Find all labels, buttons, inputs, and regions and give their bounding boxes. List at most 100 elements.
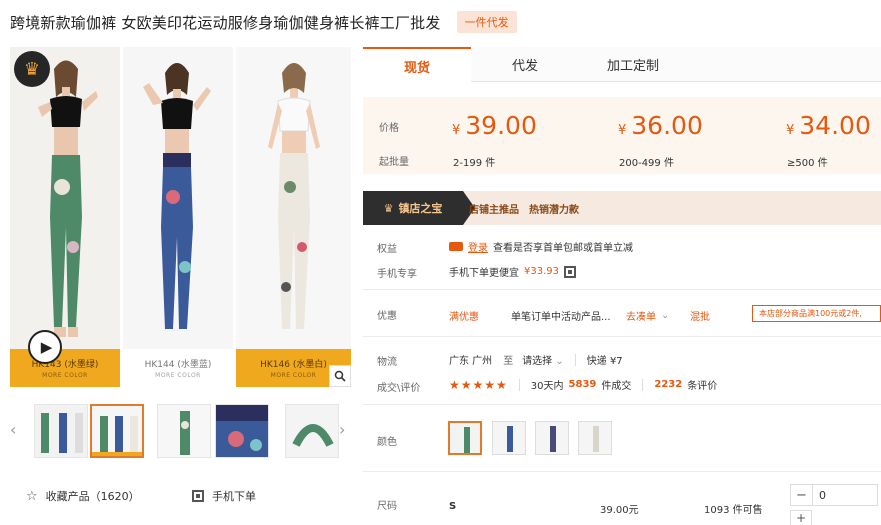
rights-row: 登录 查看是否享首单包邮或首单立减	[449, 239, 633, 254]
size-stock: 1093 件可售	[704, 505, 763, 516]
divider	[363, 289, 881, 290]
mobile-price: ¥33.93	[524, 266, 559, 277]
qty-tier-3: ≥500 件	[787, 158, 828, 169]
express-fee: 快递 ¥7	[586, 356, 623, 367]
logistics-label: 物流	[377, 357, 397, 368]
deals-label: 成交\评价	[377, 383, 421, 394]
play-video-button[interactable]: ▶	[28, 330, 62, 364]
size-value: S	[449, 501, 457, 512]
thumbnail[interactable]	[215, 404, 269, 458]
increase-button[interactable]: +	[790, 510, 812, 525]
thumbnail[interactable]	[34, 404, 88, 458]
main-image[interactable]: HK143 (水墨绿) MORE COLOR HK144 (水墨蓝) MORE …	[10, 47, 351, 387]
zoom-icon[interactable]	[329, 365, 351, 387]
quantity-input[interactable]: 0	[813, 485, 877, 505]
size-price: 39.00元	[600, 505, 639, 516]
sales-count: 5839	[568, 379, 597, 390]
caption-sub: MORE COLOR	[42, 372, 88, 379]
divider	[363, 471, 881, 472]
coupon-link[interactable]: 满优惠	[449, 308, 479, 323]
mixed-batch-link[interactable]: 混批	[690, 308, 710, 323]
title-row: 跨境新款瑜伽裤 女欧美印花运动服修身瑜伽健身裤长裤工厂批发 一件代发	[10, 6, 517, 38]
tab-custom[interactable]: 加工定制	[579, 47, 687, 82]
crown-icon: ♛	[14, 51, 50, 87]
price-value: 39.00	[465, 111, 537, 140]
add-items-link[interactable]: 去凑单 ⌄	[626, 308, 669, 323]
color-label: 颜色	[377, 437, 397, 448]
qrcode-icon	[192, 490, 204, 502]
color-swatch-blue[interactable]	[492, 421, 526, 455]
caption-sub: MORE COLOR	[270, 372, 317, 379]
caption-sub: MORE COLOR	[155, 372, 201, 379]
tab-dropship[interactable]: 代发	[471, 47, 579, 82]
price-box: 价格 起批量 ¥39.00 2-199 件 ¥36.00 200-499 件 ¥…	[363, 97, 881, 174]
store-treasure-banner: ♛ 镇店之宝 店铺主推品 热销潜力款	[363, 191, 881, 225]
mobile-exclusive-row: 手机下单更便宜 ¥33.93	[449, 264, 576, 279]
gallery-panel-white: HK146 (水墨白) MORE COLOR	[236, 47, 351, 387]
thumb-next-icon[interactable]: ›	[339, 420, 345, 439]
divider	[574, 353, 576, 366]
currency-symbol: ¥	[452, 123, 461, 138]
thumb-prev-icon[interactable]: ‹	[10, 420, 16, 439]
divider	[363, 404, 881, 405]
banner-text: 店铺主推品 热销潜力款	[469, 191, 579, 225]
rights-text: 查看是否享首单包邮或首单立减	[493, 243, 633, 254]
product-title: 跨境新款瑜伽裤 女欧美印花运动服修身瑜伽健身裤长裤工厂批发	[10, 13, 441, 32]
logistics-row: 广东 广州 至 请选择 ⌄ 快递 ¥7	[449, 352, 623, 367]
model-photo-blue	[123, 47, 233, 348]
review-count[interactable]: 2232	[654, 379, 682, 390]
model-photo-white	[236, 47, 351, 348]
decrease-button[interactable]: −	[791, 485, 813, 505]
price-tier-1: ¥39.00	[452, 111, 537, 140]
caption-green: HK143 (水墨绿) MORE COLOR	[10, 349, 120, 387]
banner-text-2: 热销潜力款	[529, 204, 579, 216]
add-items-label: 去凑单	[626, 312, 656, 323]
qty-tier-1: 2-199 件	[453, 158, 496, 169]
divider	[518, 378, 520, 391]
color-swatch-green[interactable]	[448, 421, 482, 455]
favorite-button[interactable]: ☆ 收藏产品（1620）	[26, 488, 140, 504]
login-link[interactable]: 登录	[468, 239, 488, 254]
model-photo-green	[10, 47, 120, 348]
treasure-label: 镇店之宝	[398, 202, 443, 215]
mobile-order-label: 手机下单	[212, 490, 256, 503]
moq-label: 起批量	[379, 157, 409, 168]
price-label: 价格	[379, 123, 399, 134]
mobile-exclusive-label: 手机专享	[377, 269, 417, 280]
destination-select-label: 请选择	[522, 356, 553, 367]
ship-to-word: 至	[503, 356, 514, 367]
dropship-tag: 一件代发	[456, 11, 517, 33]
divider	[363, 336, 881, 337]
star-outline-icon: ☆	[26, 488, 38, 504]
chevron-down-icon: ⌄	[661, 310, 670, 321]
caption-name: HK144 (水墨蓝)	[144, 360, 212, 370]
thumbnail[interactable]	[285, 404, 339, 458]
color-swatch-purple[interactable]	[535, 421, 569, 455]
qty-tier-2: 200-499 件	[619, 158, 674, 169]
mobile-order-button[interactable]: 手机下单	[192, 488, 256, 504]
price-tier-3: ¥34.00	[786, 111, 871, 140]
discount-label: 优惠	[377, 311, 397, 322]
qrcode-icon[interactable]	[564, 265, 576, 278]
divider	[642, 378, 644, 391]
caption-name: HK146 (水墨白)	[260, 360, 327, 370]
destination-select[interactable]: 请选择 ⌄	[522, 352, 564, 367]
price-value: 34.00	[799, 111, 871, 140]
thumbnail[interactable]	[157, 404, 211, 458]
purchase-tabs: 现货 代发 加工定制	[363, 47, 881, 83]
rights-label: 权益	[377, 244, 397, 255]
color-swatch-white[interactable]	[578, 421, 612, 455]
review-suffix: 条评价	[687, 381, 718, 392]
banner-text-1: 店铺主推品	[469, 204, 519, 216]
favorite-label: 收藏产品（1620）	[45, 490, 140, 503]
price-value: 36.00	[631, 111, 703, 140]
thumbnail-selected[interactable]	[90, 404, 144, 458]
price-tier-2: ¥36.00	[618, 111, 703, 140]
promo-tag[interactable]: 本店部分商品满100元或2件,	[752, 305, 881, 322]
sales-suffix: 件成交	[601, 381, 632, 392]
mobile-exclusive-text: 手机下单更便宜	[449, 268, 519, 279]
size-label: 尺码	[377, 501, 397, 512]
tab-in-stock[interactable]: 现货	[363, 47, 471, 83]
currency-symbol: ¥	[786, 123, 795, 138]
gallery-panel-blue: HK144 (水墨蓝) MORE COLOR	[123, 47, 233, 387]
